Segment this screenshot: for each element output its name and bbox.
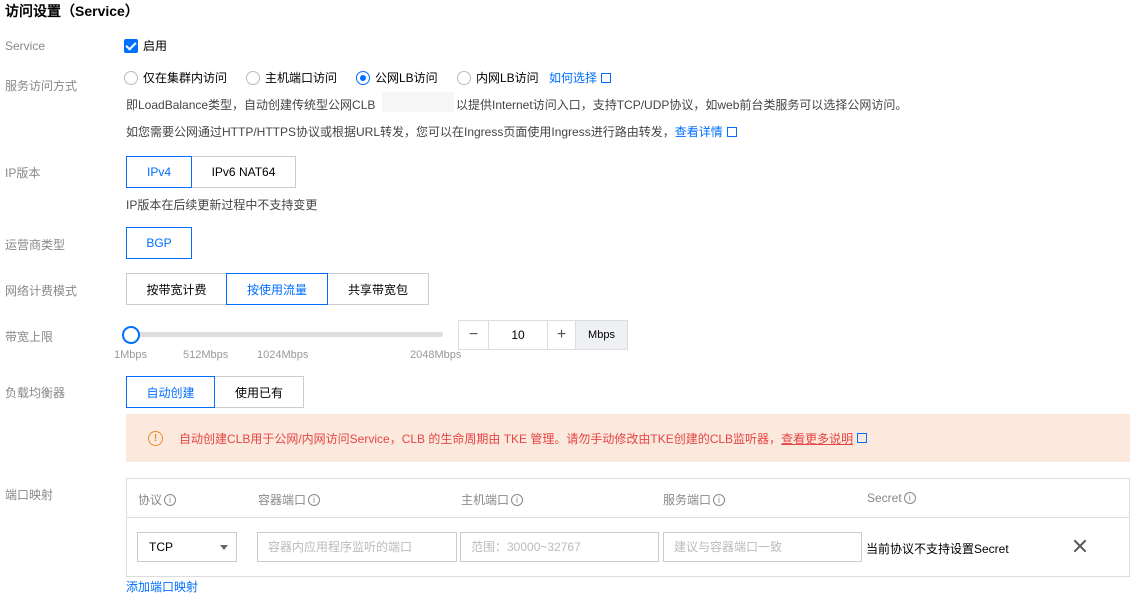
ip-version-segment: IPv4 IPv6 NAT64 — [126, 156, 296, 188]
secret-text: 当前协议不支持设置Secret — [866, 542, 1009, 556]
ip-hint: IP版本在后续更新过程中不支持变更 — [126, 198, 318, 212]
billing-segment: 按带宽计费 按使用流量 共享带宽包 — [126, 273, 429, 305]
header-host-port: 主机端口 i — [461, 491, 524, 508]
access-desc-2: 如您需要公网通过HTTP/HTTPS协议或根据URL转发，您可以在Ingress… — [126, 123, 737, 140]
lb-segment: 自动创建 使用已有 — [126, 376, 304, 408]
lb-label: 负载均衡器 — [5, 386, 66, 400]
see-details-link[interactable]: 查看详情 — [675, 123, 723, 140]
radio-circle-icon — [246, 70, 260, 85]
access-desc-1b: 以提供Internet访问入口，支持TCP/UDP协议，如web前台类服务可以选… — [456, 98, 908, 112]
warning-text: 自动创建CLB用于公网/内网访问Service，CLB 的生命周期由 TKE 管… — [179, 431, 782, 446]
radio-host-port[interactable]: 主机端口访问 — [246, 69, 337, 86]
slider-tick: 2048Mbps — [410, 349, 462, 361]
bandwidth-stepper: − 10 + Mbps — [458, 320, 628, 350]
help-icon: i — [713, 493, 726, 506]
service-port-input[interactable] — [663, 532, 862, 562]
chevron-down-icon — [220, 545, 228, 550]
radio-label: 公网LB访问 — [375, 71, 438, 85]
radio-private-lb[interactable]: 内网LB访问 — [457, 69, 539, 86]
radio-label: 仅在集群内访问 — [143, 71, 228, 85]
container-port-input[interactable] — [257, 532, 457, 562]
protocol-select[interactable]: TCP — [137, 532, 237, 562]
slider-tick: 1Mbps — [114, 349, 148, 361]
billing-option-traffic[interactable]: 按使用流量 — [226, 273, 328, 305]
isp-label: 运营商类型 — [5, 238, 66, 252]
billing-option-shared[interactable]: 共享带宽包 — [327, 273, 429, 305]
radio-label: 主机端口访问 — [265, 71, 338, 85]
increment-button[interactable]: + — [547, 321, 575, 349]
service-label: Service — [5, 39, 46, 53]
header-container-port: 容器端口 i — [258, 491, 321, 508]
billing-option-bandwidth[interactable]: 按带宽计费 — [126, 273, 227, 305]
decrement-button[interactable]: − — [459, 321, 489, 349]
service-enable-checkbox[interactable]: 启用 — [124, 37, 167, 54]
bandwidth-slider-track[interactable] — [131, 332, 443, 337]
radio-label: 内网LB访问 — [476, 71, 539, 85]
bandwidth-slider-handle[interactable] — [122, 326, 140, 344]
link-text: 如何选择 — [549, 71, 598, 85]
external-link-icon — [857, 433, 868, 443]
help-icon: i — [903, 492, 916, 504]
bandwidth-label: 带宽上限 — [5, 330, 54, 344]
ip-option-ipv6[interactable]: IPv6 NAT64 — [191, 156, 296, 188]
warning-icon: ! — [148, 430, 163, 446]
bandwidth-unit: Mbps — [575, 321, 627, 349]
external-link-icon — [601, 72, 612, 83]
radio-circle-icon — [457, 70, 471, 85]
warning-more-link[interactable]: 查看更多说明 — [781, 430, 853, 447]
slider-tick: 1024Mbps — [257, 349, 309, 361]
redacted-block — [382, 92, 454, 112]
access-mode-label: 服务访问方式 — [5, 79, 78, 93]
header-service-port: 服务端口 i — [663, 491, 726, 508]
access-desc-1a: 即LoadBalance类型，自动创建传统型公网CLB — [126, 98, 376, 112]
add-port-mapping-link[interactable]: 添加端口映射 — [126, 578, 198, 595]
header-protocol: 协议 i — [138, 491, 177, 508]
lb-option-existing[interactable]: 使用已有 — [214, 376, 304, 408]
help-icon: i — [308, 493, 321, 506]
radio-public-lb[interactable]: 公网LB访问 — [356, 69, 438, 86]
radio-selected-icon — [356, 70, 370, 85]
close-icon[interactable] — [1073, 539, 1087, 553]
ip-version-label: IP版本 — [5, 166, 41, 180]
host-port-input[interactable] — [460, 532, 659, 562]
table-divider — [127, 517, 1129, 518]
help-icon: i — [511, 493, 524, 506]
ip-option-ipv4[interactable]: IPv4 — [126, 156, 192, 188]
header-secret: Secret i — [867, 491, 916, 505]
protocol-value: TCP — [149, 540, 173, 554]
external-link-icon — [726, 126, 737, 137]
port-map-label: 端口映射 — [5, 488, 54, 502]
radio-cluster-only[interactable]: 仅在集群内访问 — [124, 69, 227, 86]
desc-text: 如您需要公网通过HTTP/HTTPS协议或根据URL转发，您可以在Ingress… — [126, 125, 675, 139]
check-icon — [124, 38, 138, 53]
help-icon: i — [164, 493, 177, 506]
radio-circle-icon — [124, 70, 138, 85]
billing-label: 网络计费模式 — [5, 284, 78, 298]
slider-tick: 512Mbps — [183, 349, 229, 361]
port-map-table: 协议i 容器端口i 主机端口i 服务端口i Secreti TCP 当前协议不支… — [126, 478, 1130, 577]
lb-option-auto[interactable]: 自动创建 — [126, 376, 215, 408]
service-enable-label: 启用 — [143, 39, 168, 53]
bandwidth-value-input[interactable]: 10 — [489, 321, 547, 349]
isp-option-bgp[interactable]: BGP — [126, 227, 192, 259]
how-to-choose-link[interactable]: 如何选择 — [549, 69, 612, 86]
isp-segment: BGP — [126, 227, 192, 259]
section-title: 访问设置（Service） — [5, 3, 139, 19]
warning-banner: ! 自动创建CLB用于公网/内网访问Service，CLB 的生命周期由 TKE… — [126, 414, 1130, 462]
